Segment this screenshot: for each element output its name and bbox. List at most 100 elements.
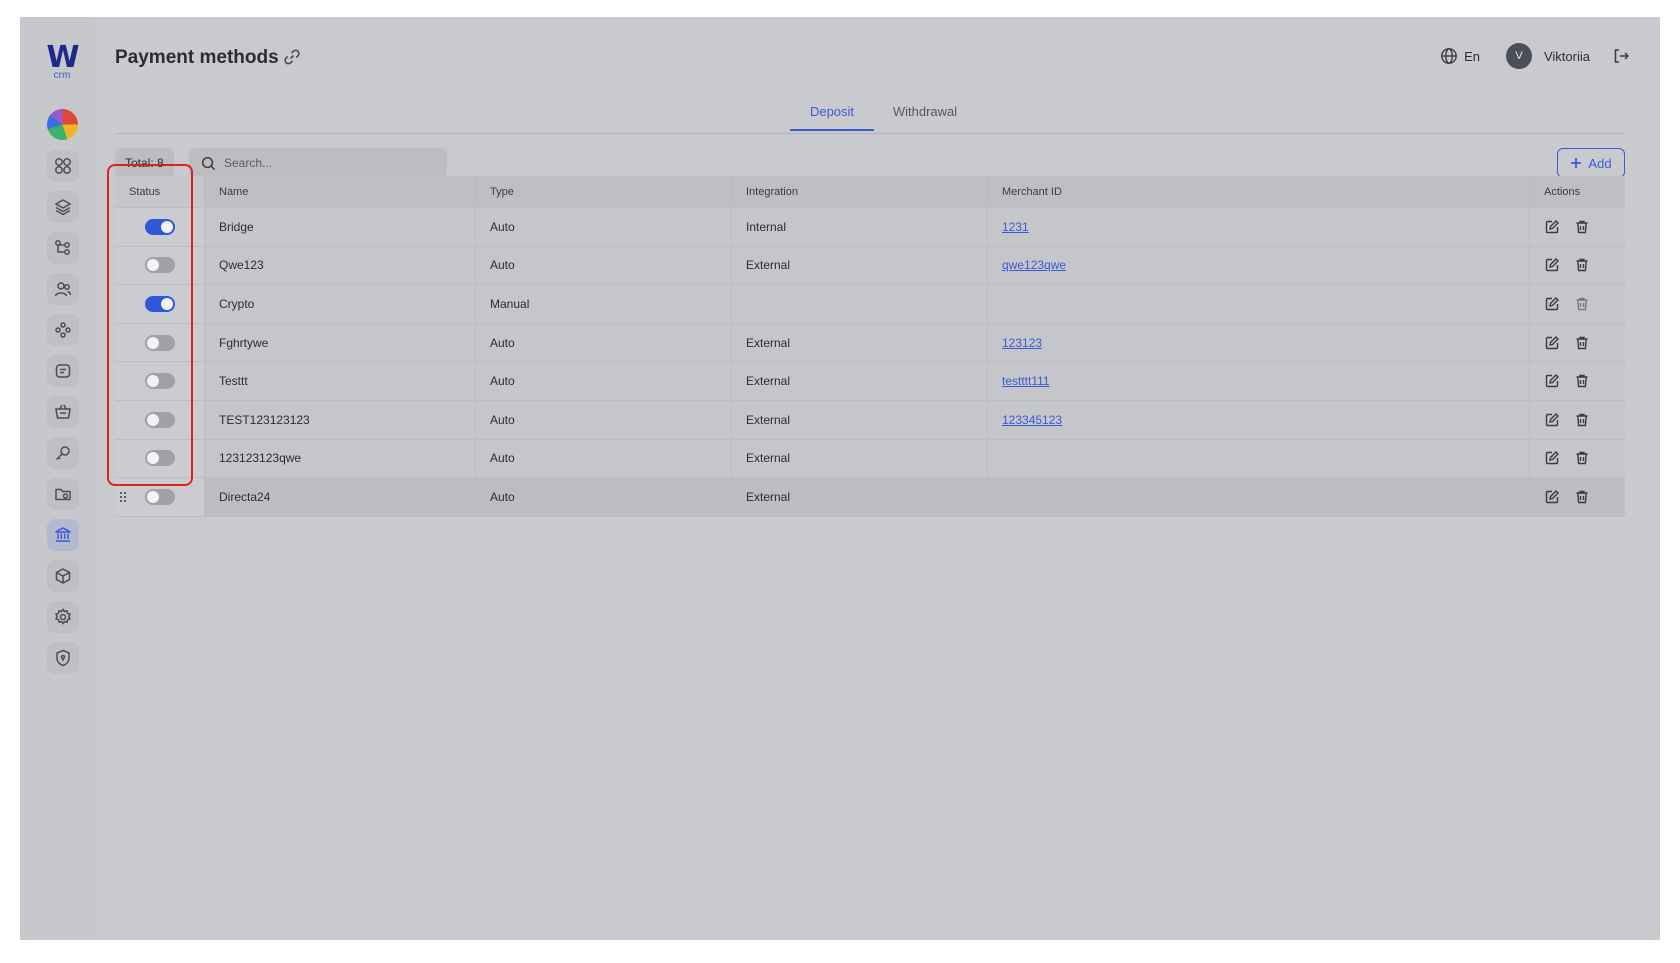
toggle-knob xyxy=(146,490,159,503)
name-cell: Crypto xyxy=(205,285,476,323)
name-cell: Qwe123 xyxy=(205,246,476,285)
actions-cell xyxy=(1530,440,1625,478)
delete-icon[interactable] xyxy=(1574,412,1590,428)
hierarchy-icon[interactable] xyxy=(47,232,79,264)
status-cell xyxy=(115,246,205,285)
language-selector[interactable]: En xyxy=(1440,47,1480,65)
logout-icon[interactable] xyxy=(1612,47,1630,65)
status-cell xyxy=(115,362,205,400)
actions-cell xyxy=(1530,208,1625,246)
edit-icon[interactable] xyxy=(1544,412,1560,428)
actions-cell xyxy=(1530,247,1625,285)
app-frame: W crm Payment methods En V Viktoriia Dep… xyxy=(20,17,1660,940)
status-toggle[interactable] xyxy=(144,450,175,467)
delete-icon[interactable] xyxy=(1574,257,1590,273)
table-row: TEST123123123 Auto External 123345123 xyxy=(115,400,1625,440)
total-count-badge: Total: 8 xyxy=(115,148,174,178)
toggle-knob xyxy=(160,297,173,310)
integration-cell: External xyxy=(732,323,988,362)
status-toggle[interactable] xyxy=(144,488,175,505)
box-icon[interactable] xyxy=(47,560,79,592)
merchant-id-cell: 123345123 xyxy=(988,400,1530,439)
delete-icon[interactable] xyxy=(1574,219,1590,235)
search-box[interactable] xyxy=(189,148,447,178)
payment-methods-table: Status Name Type Integration Merchant ID… xyxy=(115,176,1625,517)
toggle-knob xyxy=(146,336,159,349)
edit-icon[interactable] xyxy=(1544,335,1560,351)
status-cell xyxy=(115,439,205,478)
merchant-id-link[interactable]: 123123 xyxy=(1002,336,1042,350)
table-row: Directa24 Auto External xyxy=(115,478,1625,517)
column-header-merchant-id[interactable]: Merchant ID xyxy=(988,176,1530,207)
merchant-id-cell xyxy=(988,478,1530,516)
shield-icon[interactable] xyxy=(47,642,79,674)
column-header-integration[interactable]: Integration xyxy=(732,176,988,207)
search-icon xyxy=(201,156,216,170)
dashboard-icon[interactable] xyxy=(47,150,79,182)
layers-icon[interactable] xyxy=(47,191,79,223)
status-toggle[interactable] xyxy=(144,295,175,312)
status-cell xyxy=(115,323,205,362)
delete-icon[interactable] xyxy=(1574,373,1590,389)
status-toggle[interactable] xyxy=(144,257,175,274)
status-toggle[interactable] xyxy=(144,411,175,428)
merchant-id-cell: testttt111 xyxy=(988,362,1530,400)
edit-icon[interactable] xyxy=(1544,257,1560,273)
globe-icon xyxy=(1441,48,1457,64)
integration-cell: External xyxy=(732,478,988,516)
add-button[interactable]: Add xyxy=(1557,148,1625,178)
analytics-pie-icon[interactable] xyxy=(47,109,78,140)
merchant-id-cell: 1231 xyxy=(988,208,1530,246)
type-cell: Auto xyxy=(476,246,732,285)
key-icon[interactable] xyxy=(47,437,79,469)
status-cell xyxy=(115,285,205,323)
actions-cell xyxy=(1530,478,1625,516)
tickets-icon[interactable] xyxy=(47,355,79,387)
delete-icon[interactable] xyxy=(1574,335,1590,351)
edit-icon[interactable] xyxy=(1544,450,1560,466)
column-header-type[interactable]: Type xyxy=(476,176,732,207)
toggle-knob xyxy=(146,413,159,426)
merchant-id-link[interactable]: qwe123qwe xyxy=(1002,258,1066,272)
integration-cell: External xyxy=(732,362,988,400)
merchant-id-link[interactable]: 1231 xyxy=(1002,220,1029,234)
edit-icon[interactable] xyxy=(1544,373,1560,389)
delete-icon[interactable] xyxy=(1574,450,1590,466)
toggle-knob xyxy=(146,452,159,465)
avatar[interactable]: V xyxy=(1505,43,1532,69)
edit-icon[interactable] xyxy=(1544,296,1560,312)
app-logo[interactable]: W crm xyxy=(44,43,80,83)
toggle-knob xyxy=(146,375,159,388)
column-header-status[interactable]: Status xyxy=(115,176,205,207)
basket-icon[interactable] xyxy=(47,396,79,428)
folder-icon[interactable] xyxy=(47,478,79,510)
bank-icon[interactable] xyxy=(47,519,79,551)
column-header-name[interactable]: Name xyxy=(205,176,476,207)
groups-icon[interactable] xyxy=(47,314,79,346)
edit-icon[interactable] xyxy=(1544,219,1560,235)
plus-icon xyxy=(1571,158,1582,168)
type-cell: Auto xyxy=(476,439,732,478)
edit-icon[interactable] xyxy=(1544,489,1560,505)
delete-icon[interactable] xyxy=(1574,489,1590,505)
users-icon[interactable] xyxy=(47,273,79,305)
settings-icon[interactable] xyxy=(47,601,79,633)
tab-withdrawal[interactable]: Withdrawal xyxy=(885,104,965,129)
merchant-id-link[interactable]: testttt111 xyxy=(1002,374,1050,388)
user-name[interactable]: Viktoriia xyxy=(1544,49,1590,64)
status-toggle[interactable] xyxy=(144,373,175,390)
merchant-id-link[interactable]: 123345123 xyxy=(1002,413,1062,427)
header-controls: En V Viktoriia xyxy=(1440,43,1630,69)
status-toggle[interactable] xyxy=(144,218,175,235)
sidebar: W crm xyxy=(20,17,95,940)
toolbar: Total: 8 Add xyxy=(115,148,1625,178)
name-cell: TEST123123123 xyxy=(205,400,476,439)
copy-link-icon[interactable] xyxy=(283,48,301,66)
delete-icon[interactable] xyxy=(1574,296,1590,312)
search-input[interactable] xyxy=(224,156,424,170)
status-toggle[interactable] xyxy=(144,334,175,351)
actions-cell xyxy=(1530,285,1625,323)
tab-deposit[interactable]: Deposit xyxy=(790,104,874,131)
table-header-row: Status Name Type Integration Merchant ID… xyxy=(115,176,1625,208)
name-cell: Bridge xyxy=(205,208,476,246)
